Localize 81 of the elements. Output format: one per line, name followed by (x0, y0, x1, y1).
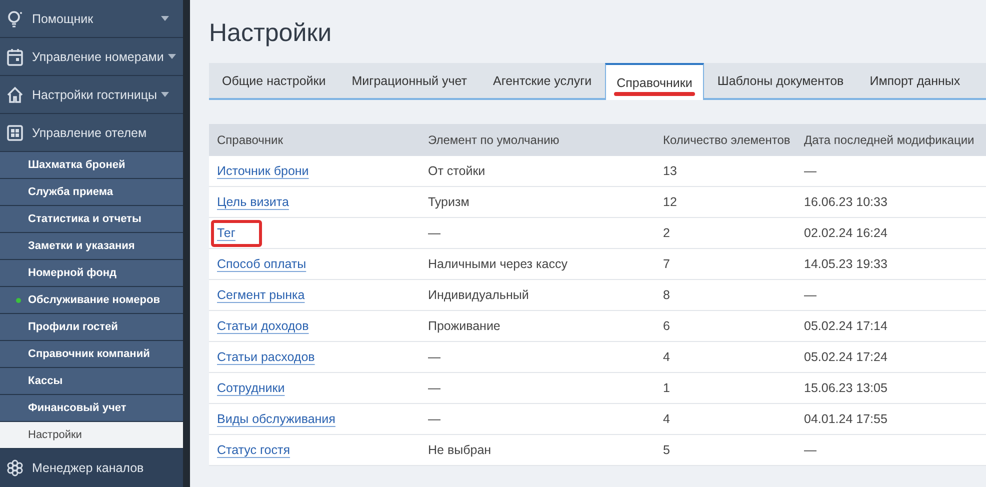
table-cell-text: 7 (662, 257, 670, 271)
flower-icon (6, 459, 24, 477)
table-cell-text: — (427, 350, 440, 364)
table-cell-text: — (803, 164, 816, 178)
tab[interactable]: Импорт данных (856, 63, 974, 98)
table-cell-text: 6 (662, 319, 670, 333)
table-cell-text: Индивидуальный (427, 288, 529, 302)
sidebar-item[interactable]: Профили гостей (0, 314, 183, 341)
table-cell-text: — (803, 443, 816, 457)
link[interactable]: Сотрудники (217, 381, 285, 395)
sidebar-section-label: Управление номерами (32, 50, 164, 64)
table-cell-text: 05.02.24 17:14 (803, 319, 888, 333)
column-header: Дата последней модификации (803, 133, 974, 147)
sidebar-item[interactable]: Статистика и отчеты (0, 206, 183, 233)
tab[interactable]: Справочники (604, 63, 704, 100)
link[interactable]: Сегмент рынка (217, 288, 305, 302)
table-cell-text: 1 (662, 381, 670, 395)
sidebar-item[interactable]: Настройки (0, 422, 183, 449)
grid-icon (6, 124, 24, 142)
column-header: Справочник (216, 133, 283, 147)
sidebar-item[interactable]: Справочник компаний (0, 341, 183, 368)
link[interactable]: Статьи расходов (217, 350, 315, 364)
sidebar-item[interactable]: Финансовый учет (0, 395, 183, 422)
table-cell-text: 4 (662, 350, 670, 364)
table-cell-text: 5 (662, 443, 670, 457)
lightbulb-icon (6, 10, 24, 28)
table-cell-text: 04.01.24 17:55 (803, 412, 888, 426)
table-cell-text: 2 (662, 226, 670, 240)
sidebar-item[interactable]: Кассы (0, 368, 183, 395)
sidebar-item[interactable]: Заметки и указания (0, 233, 183, 260)
table-cell-text: Туризм (427, 195, 470, 209)
link[interactable]: Тег (217, 226, 236, 240)
table-cell-text: От стойки (427, 164, 486, 178)
table-cell-text: 15.06.23 13:05 (803, 381, 888, 395)
caret-icon (168, 54, 176, 59)
table-cell-text: 16.06.23 10:33 (803, 195, 888, 209)
table-cell-text: — (803, 288, 816, 302)
sidebar-section-label: Помощник (32, 12, 94, 26)
table-cell-text: 8 (662, 288, 670, 302)
sidebar-item[interactable]: Номерной фонд (0, 260, 183, 287)
sidebar-item[interactable]: Служба приема (0, 179, 183, 206)
caret-icon (161, 92, 169, 97)
link[interactable]: Статус гостя (217, 443, 290, 457)
table-cell-text: 12 (662, 195, 677, 209)
link[interactable]: Источник брони (217, 164, 309, 178)
sidebar-section[interactable]: Управление номерами (0, 38, 183, 76)
column-header: Элемент по умолчанию (427, 133, 560, 147)
page-title: Настройки (209, 18, 332, 48)
caret-icon (161, 16, 169, 21)
sidebar-section[interactable]: Помощник (0, 0, 183, 38)
link[interactable]: Виды обслуживания (217, 412, 336, 426)
table-cell-text: 13 (662, 164, 677, 178)
link[interactable]: Способ оплаты (217, 257, 306, 271)
calendar-icon (6, 48, 24, 66)
table-cell-text: 14.05.23 19:33 (803, 257, 888, 271)
link[interactable]: Цель визита (217, 195, 289, 209)
sidebar-section[interactable]: Менеджер каналов (0, 449, 183, 487)
sidebar-section-label: Менеджер каналов (32, 461, 145, 475)
column-header: Количество элементов (662, 133, 790, 147)
tab[interactable]: Шаблоны документов (704, 63, 857, 98)
sidebar-section-label: Управление отелем (32, 126, 148, 140)
sidebar-section[interactable]: Управление отелем (0, 114, 183, 152)
tab[interactable]: Миграционный учет (338, 63, 480, 98)
table-cell-text: — (427, 226, 440, 240)
table-cell-text: Наличными через кассу (427, 257, 568, 271)
sidebar-item[interactable]: Обслуживание номеров (0, 287, 183, 314)
table-cell-text: 02.02.24 16:24 (803, 226, 888, 240)
link[interactable]: Статьи доходов (217, 319, 309, 333)
tab[interactable]: Общие настройки (209, 63, 339, 98)
table-cell-text: 05.02.24 17:24 (803, 350, 888, 364)
scrollbar[interactable] (183, 0, 190, 487)
sidebar-item[interactable]: Шахматка броней (0, 152, 183, 179)
sidebar-section[interactable]: Настройки гостиницы (0, 76, 183, 114)
house-icon (6, 86, 24, 104)
table-cell-text: Не выбран (427, 443, 492, 457)
table-cell-text: — (427, 412, 440, 426)
tab[interactable]: Агентские услуги (480, 63, 605, 98)
table-cell-text: Проживание (427, 319, 500, 333)
sidebar-section-label: Настройки гостиницы (32, 88, 157, 102)
table-cell-text: 4 (662, 412, 670, 426)
table-cell-text: — (427, 381, 440, 395)
